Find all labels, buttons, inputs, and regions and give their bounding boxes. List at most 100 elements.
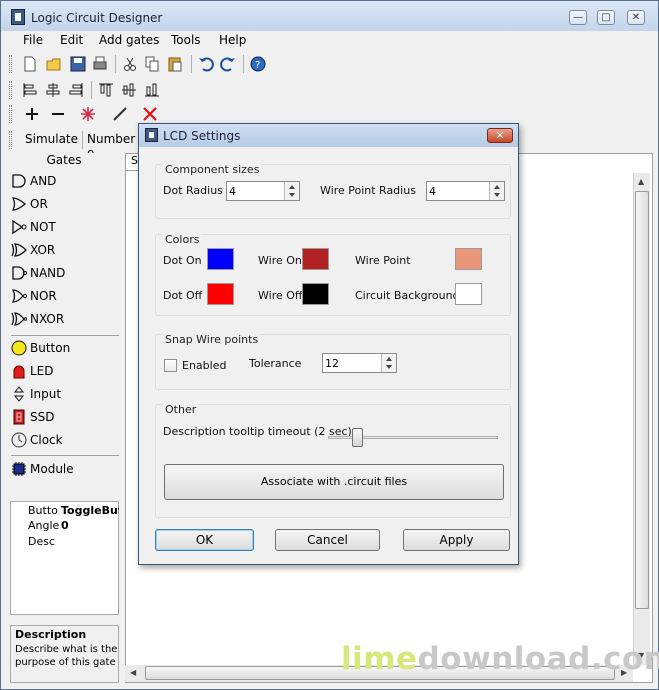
gate-nxor[interactable]: NXOR [11,310,117,330]
io-button[interactable]: Button [11,339,117,359]
open-folder-icon[interactable] [45,55,63,73]
save-icon[interactable] [69,55,87,73]
dot-off-swatch[interactable] [207,283,234,305]
vertical-scrollbar[interactable]: ▲ ▼ [633,173,650,665]
apply-button[interactable]: Apply [403,529,510,551]
main-toolbar: ? [9,51,271,77]
property-row[interactable]: Butto ToggleBut [11,503,119,518]
button-icon [11,340,27,356]
module-chip-icon [12,462,26,476]
io-ssd[interactable]: SSD [11,408,117,428]
remove-icon[interactable] [49,105,67,123]
description-text: Describe what is the purpose of this gat… [15,644,118,668]
wire-on-swatch[interactable] [302,248,329,270]
tolerance-spinner[interactable]: 12 [322,353,397,373]
wire-tool-icon[interactable] [111,105,129,123]
cut-icon[interactable] [121,55,139,73]
nxor-gate-icon [11,312,27,326]
dot-radius-spinner[interactable]: 4 [226,181,300,201]
menu-tools[interactable]: Tools [171,33,201,47]
copy-icon[interactable] [143,55,161,73]
io-input[interactable]: Input [11,385,117,405]
snap-enabled-label: Enabled [182,359,227,372]
maximize-icon[interactable]: □ [597,10,615,25]
align-bottom-icon[interactable] [143,81,161,99]
gates-panel: Gates AND OR NOT XOR NAND NOR NXOR Butto… [9,153,119,493]
gate-nor[interactable]: NOR [11,287,117,307]
spinner-buttons[interactable] [489,182,504,200]
vertical-scroll-thumb[interactable] [635,191,649,609]
print-icon[interactable] [91,55,109,73]
spin-up-icon[interactable] [289,185,295,189]
scroll-up-icon[interactable]: ▲ [638,177,644,186]
io-clock[interactable]: Clock [11,431,117,451]
xor-gate-icon [11,243,27,257]
help-icon[interactable]: ? [249,55,267,73]
toolbar-grip-2[interactable] [9,81,12,99]
ssd-icon [13,409,25,425]
gate-xor[interactable]: XOR [11,241,117,261]
associate-circuit-files-button[interactable]: Associate with .circuit files [164,464,504,500]
wire-point-swatch[interactable] [455,248,482,270]
ok-button[interactable]: OK [155,529,254,551]
paste-icon[interactable] [166,55,184,73]
circuit-background-swatch[interactable] [455,283,482,305]
burst-icon[interactable] [79,105,97,123]
tolerance-label: Tolerance [249,357,302,370]
redo-icon[interactable] [219,55,237,73]
align-right-icon[interactable] [67,81,85,99]
undo-icon[interactable] [197,55,215,73]
gate-not[interactable]: NOT [11,218,117,238]
scroll-left-icon[interactable]: ◀ [130,668,136,677]
close-icon[interactable]: ✕ [627,10,645,25]
align-toolbar [9,77,169,103]
property-row[interactable]: Desc [11,534,118,549]
toolbar-grip-3[interactable] [9,105,12,123]
new-file-icon[interactable] [21,55,39,73]
spinner-buttons[interactable] [381,354,396,372]
wire-point-radius-spinner[interactable]: 4 [426,181,505,201]
and-gate-icon [12,174,26,188]
property-row[interactable]: Angle 0 [11,518,118,533]
add-icon[interactable] [23,105,41,123]
align-top-icon[interactable] [97,81,115,99]
spin-up-icon[interactable] [386,357,392,361]
wire-off-swatch[interactable] [302,283,329,305]
spin-up-icon[interactable] [494,185,500,189]
led-icon [13,365,25,379]
align-middle-icon[interactable] [120,81,138,99]
wire-off-label: Wire Off [258,289,303,302]
module-item[interactable]: Module [11,460,117,480]
cancel-button[interactable]: Cancel [275,529,380,551]
dialog-close-icon[interactable]: ✕ [487,128,513,143]
toolbar-grip[interactable] [9,55,12,73]
gate-nand[interactable]: NAND [11,264,117,284]
menu-edit[interactable]: Edit [60,33,83,47]
spin-down-icon[interactable] [494,193,500,197]
delete-icon[interactable] [141,105,159,123]
menu-file[interactable]: File [23,33,43,47]
align-center-icon[interactable] [44,81,62,99]
simulate-button[interactable]: Simulate [25,132,78,146]
dot-on-swatch[interactable] [207,248,234,270]
menu-help[interactable]: Help [219,33,246,47]
menu-add-gates[interactable]: Add gates [99,33,159,47]
minimize-icon[interactable]: — [569,10,587,25]
snap-enabled-checkbox[interactable] [164,359,177,372]
spinner-buttons[interactable] [284,182,299,200]
window-title: Logic Circuit Designer [31,11,163,25]
spin-down-icon[interactable] [386,365,392,369]
align-left-icon[interactable] [21,81,39,99]
toolbar-grip-4[interactable] [9,131,12,149]
dialog-title-bar[interactable]: LCD Settings ✕ [139,124,518,147]
group-title: Snap Wire points [163,333,261,346]
gate-and[interactable]: AND [11,172,117,192]
io-led[interactable]: LED [11,362,117,382]
spin-down-icon[interactable] [289,193,295,197]
gate-or[interactable]: OR [11,195,117,215]
tooltip-timeout-slider-thumb[interactable] [351,428,363,447]
svg-text:?: ? [255,60,260,71]
other-group: Other Description tooltip timeout (2 sec… [155,403,511,518]
watermark: limedownload.com [341,641,659,677]
wire-point-radius-label: Wire Point Radius [320,184,416,197]
